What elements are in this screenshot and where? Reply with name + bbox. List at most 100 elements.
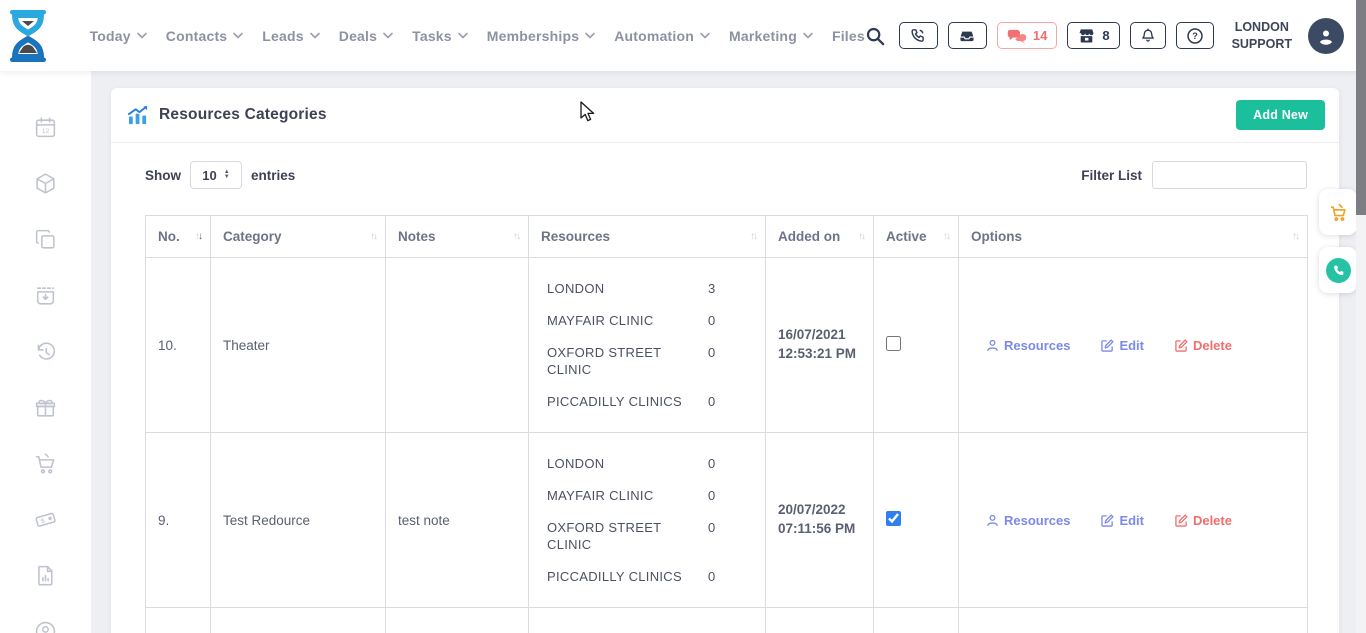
avatar[interactable] — [1308, 18, 1344, 54]
nav-item-tasks[interactable]: Tasks — [412, 28, 468, 44]
page-size-select[interactable]: 10 ▲▼ — [190, 161, 242, 189]
cell-no — [146, 608, 211, 633]
card-header: Resources Categories Add New — [111, 88, 1339, 143]
sidebar-item-calendar[interactable]: 12 — [33, 114, 59, 140]
filter-label: Filter List — [1081, 168, 1142, 183]
filter-input[interactable] — [1152, 161, 1307, 189]
help-button[interactable]: ? — [1176, 22, 1214, 49]
column-header-options[interactable]: Options↑↓ — [959, 216, 1308, 258]
show-label: Show — [145, 168, 181, 183]
sort-icon: ↑↓ — [750, 231, 756, 242]
resource-count: 0 — [708, 455, 715, 472]
added-time: 07:11:56 PM — [778, 520, 873, 539]
column-label: Added on — [778, 229, 840, 244]
column-header-active[interactable]: Active↑↓ — [874, 216, 959, 258]
sidebar-item-history[interactable] — [33, 338, 59, 364]
page-size-value: 10 — [202, 168, 216, 183]
store-button[interactable]: 8 — [1067, 22, 1119, 49]
nav-item-automation[interactable]: Automation — [614, 28, 710, 44]
discount-tag-icon: $ — [33, 507, 58, 532]
sort-icon: ↑↓ — [195, 231, 201, 242]
app-logo[interactable] — [0, 9, 57, 63]
sidebar-item-discounts[interactable]: $ — [33, 506, 59, 532]
column-header-added-on[interactable]: Added on ↑↓ — [766, 216, 874, 258]
nav-item-contacts[interactable]: Contacts — [166, 28, 244, 44]
edit-link[interactable]: Edit — [1101, 338, 1144, 353]
add-new-button[interactable]: Add New — [1236, 100, 1325, 130]
nav-item-memberships[interactable]: Memberships — [487, 28, 595, 44]
resources-link-label: Resources — [1004, 513, 1070, 528]
floating-phone-button[interactable] — [1319, 247, 1357, 293]
edit-link-label: Edit — [1119, 338, 1144, 353]
edit-icon — [1175, 339, 1188, 352]
nav-item-label: Leads — [262, 28, 303, 44]
bell-icon — [1140, 27, 1156, 44]
edit-link-label: Edit — [1119, 513, 1144, 528]
sidebar-item-cart[interactable] — [33, 450, 59, 476]
resources-link[interactable]: Resources — [986, 513, 1070, 528]
phone-button[interactable] — [899, 22, 938, 49]
nav-item-today[interactable]: Today — [90, 28, 147, 44]
top-bar: Today Contacts Leads Deals Tasks Memberships A… — [0, 0, 1366, 71]
resource-count: 0 — [708, 344, 715, 378]
chevron-down-icon — [700, 32, 710, 39]
scrollbar-thumb[interactable] — [1356, 0, 1366, 215]
notifications-button[interactable] — [1130, 22, 1166, 49]
resources-link[interactable]: Resources — [986, 338, 1070, 353]
sort-icon: ↑↓ — [513, 231, 519, 242]
nav-item-marketing[interactable]: Marketing — [729, 28, 813, 44]
search-icon — [865, 26, 885, 46]
chat-button[interactable]: 14 — [997, 22, 1057, 49]
active-checkbox[interactable] — [886, 511, 901, 526]
column-header-no-[interactable]: No. ↑↓ — [146, 216, 211, 258]
sort-icon: ↑↓ — [1292, 231, 1298, 242]
delete-link[interactable]: Delete — [1175, 338, 1232, 353]
column-label: No. — [158, 229, 180, 244]
cell-added-on — [766, 608, 874, 633]
active-checkbox[interactable] — [886, 336, 901, 351]
inbox-button[interactable] — [948, 22, 987, 49]
cell-options: Resources Edit Delete — [959, 258, 1308, 433]
resource-name: PICCADILLY CLINICS — [547, 568, 708, 585]
column-label: Notes — [398, 229, 436, 244]
search-button[interactable] — [865, 26, 885, 46]
sort-icon: ↑↓ — [370, 231, 376, 242]
sidebar-item-products[interactable] — [33, 170, 59, 196]
sidebar-item-bookings[interactable] — [33, 282, 59, 308]
sidebar-item-account[interactable] — [33, 618, 59, 633]
help-icon: ? — [1186, 27, 1204, 45]
cell-options: Resources Edit Delete — [959, 433, 1308, 608]
main-nav: Today Contacts Leads Deals Tasks Memberships A… — [90, 28, 865, 44]
store-icon — [1077, 27, 1096, 44]
resource-name: LONDON — [547, 280, 708, 297]
edit-icon — [1101, 339, 1114, 352]
nav-item-label: Contacts — [166, 28, 228, 44]
cell-no: 9. — [146, 433, 211, 608]
delete-link[interactable]: Delete — [1175, 513, 1232, 528]
column-header-category[interactable]: Category ↑↓ — [211, 216, 386, 258]
select-arrows-icon: ▲▼ — [224, 170, 230, 180]
sidebar-item-reports[interactable] — [33, 562, 59, 588]
edit-link[interactable]: Edit — [1101, 513, 1144, 528]
chevron-down-icon — [137, 32, 147, 39]
chevron-down-icon — [458, 32, 468, 39]
cell-active — [874, 258, 959, 433]
nav-item-deals[interactable]: Deals — [339, 28, 393, 44]
floating-cart-button[interactable] — [1319, 189, 1357, 235]
column-header-notes[interactable]: Notes ↑↓ — [386, 216, 529, 258]
chevron-down-icon — [803, 32, 813, 39]
nav-item-leads[interactable]: Leads — [262, 28, 319, 44]
column-label: Category — [223, 229, 282, 244]
sort-icon: ↑↓ — [858, 231, 864, 242]
added-time: 12:53:21 PM — [778, 345, 873, 364]
column-header-resources[interactable]: Resources↑↓ — [529, 216, 766, 258]
cart-orange-icon — [1328, 202, 1349, 223]
scrollbar[interactable] — [1356, 0, 1366, 633]
sidebar-item-gifts[interactable] — [33, 394, 59, 420]
nav-item-label: Deals — [339, 28, 377, 44]
sidebar-item-copy[interactable] — [33, 226, 59, 252]
sort-icon: ↑↓ — [943, 231, 949, 242]
resources-categories-table: No.↑↓Category↑↓Notes↑↓Resources↑↓Added o… — [145, 215, 1308, 633]
nav-item-files[interactable]: Files — [832, 28, 865, 44]
delete-link-label: Delete — [1193, 513, 1232, 528]
